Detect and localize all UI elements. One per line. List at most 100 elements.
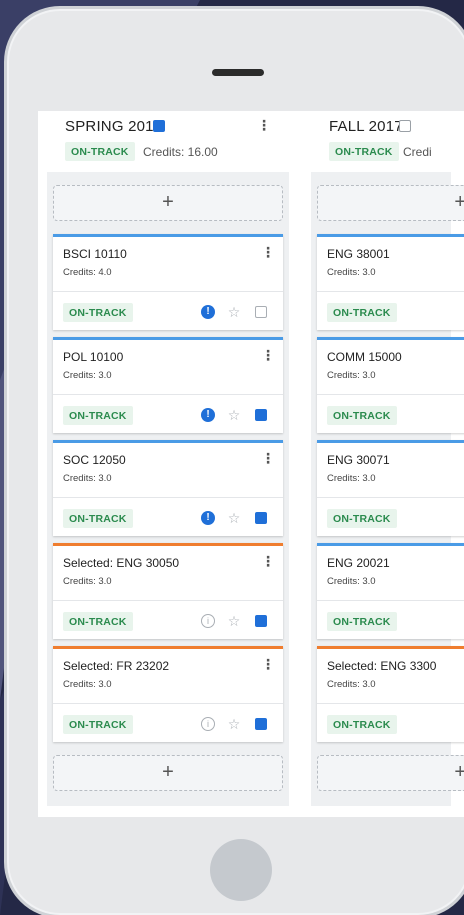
course-name: ENG 30071 (327, 453, 390, 467)
note-icon[interactable] (153, 120, 165, 132)
course-card[interactable]: ENG 38001 Credits: 3.0 ON-TRACK (317, 234, 464, 330)
course-credits: Credits: 3.0 (63, 576, 112, 587)
add-course-button[interactable]: + (53, 185, 283, 221)
card-accent-bar (53, 234, 283, 237)
course-status-badge: ON-TRACK (327, 509, 397, 528)
alert-icon[interactable]: ! (201, 511, 215, 525)
course-name: Selected: ENG 30050 (63, 556, 180, 570)
note-icon[interactable] (255, 306, 267, 318)
course-status-badge: ON-TRACK (63, 715, 133, 734)
add-course-button[interactable]: + (317, 755, 464, 791)
term-title: FALL 2017 (329, 118, 403, 135)
term-course-list: + BSCI 10110 Credits: 4.0 ⋮ ON-TRACK ! ☆… (47, 172, 289, 806)
card-accent-bar (317, 440, 464, 443)
course-status-badge: ON-TRACK (327, 406, 397, 425)
home-button[interactable] (210, 839, 272, 901)
course-card[interactable]: Selected: ENG 30050 Credits: 3.0 ⋮ ON-TR… (53, 543, 283, 639)
card-accent-bar (53, 337, 283, 340)
note-icon[interactable] (255, 615, 267, 627)
course-name: ENG 20021 (327, 556, 390, 570)
course-card[interactable]: Selected: FR 23202 Credits: 3.0 ⋮ ON-TRA… (53, 646, 283, 742)
star-icon[interactable]: ☆ (227, 717, 241, 731)
course-credits: Credits: 3.0 (327, 473, 376, 484)
course-credits: Credits: 3.0 (63, 473, 112, 484)
card-footer: ON-TRACK ! ☆ (53, 394, 283, 433)
term-header: FALL 2017 ON-TRACK Credi (302, 111, 464, 169)
course-credits: Credits: 3.0 (327, 267, 376, 278)
course-card[interactable]: Selected: ENG 3300 Credits: 3.0 ON-TRACK (317, 646, 464, 742)
course-name: ENG 38001 (327, 247, 390, 261)
card-footer: ON-TRACK i ☆ (53, 600, 283, 639)
info-icon[interactable]: i (201, 614, 215, 628)
term-status-badge: ON-TRACK (329, 142, 399, 161)
course-credits: Credits: 3.0 (327, 576, 376, 587)
term-course-list: + ENG 38001 Credits: 3.0 ON-TRACK COMM 1… (311, 172, 464, 806)
course-status-badge: ON-TRACK (327, 715, 397, 734)
note-icon[interactable] (255, 718, 267, 730)
term-title: SPRING 2017 (65, 118, 163, 135)
star-icon[interactable]: ☆ (227, 408, 241, 422)
card-footer: ON-TRACK (317, 600, 464, 639)
term-status-badge: ON-TRACK (65, 142, 135, 161)
course-name: Selected: ENG 3300 (327, 659, 437, 673)
course-status-badge: ON-TRACK (327, 303, 397, 322)
card-footer: ON-TRACK (317, 703, 464, 742)
term-credits: Credits: 16.00 (143, 145, 218, 159)
speaker-grille (212, 69, 264, 76)
card-footer: ON-TRACK i ☆ (53, 703, 283, 742)
term-credits: Credi (403, 145, 432, 159)
star-icon[interactable]: ☆ (227, 614, 241, 628)
star-icon[interactable]: ☆ (227, 305, 241, 319)
course-menu-icon[interactable]: ⋮ (261, 450, 275, 466)
course-credits: Credits: 4.0 (63, 267, 112, 278)
course-credits: Credits: 3.0 (63, 370, 112, 381)
card-accent-bar (317, 234, 464, 237)
course-name: POL 10100 (63, 350, 124, 364)
course-card[interactable]: POL 10100 Credits: 3.0 ⋮ ON-TRACK ! ☆ (53, 337, 283, 433)
course-credits: Credits: 3.0 (63, 679, 112, 690)
term-column-fall-2017: FALL 2017 ON-TRACK Credi + ENG 38001 Cre… (302, 111, 464, 817)
card-accent-bar (317, 543, 464, 546)
course-menu-icon[interactable]: ⋮ (261, 347, 275, 363)
course-menu-icon[interactable]: ⋮ (261, 656, 275, 672)
card-accent-bar (53, 543, 283, 546)
card-accent-bar (53, 646, 283, 649)
course-status-badge: ON-TRACK (63, 406, 133, 425)
card-footer: ON-TRACK ! ☆ (53, 497, 283, 536)
course-card[interactable]: BSCI 10110 Credits: 4.0 ⋮ ON-TRACK ! ☆ (53, 234, 283, 330)
course-card[interactable]: SOC 12050 Credits: 3.0 ⋮ ON-TRACK ! ☆ (53, 440, 283, 536)
course-status-badge: ON-TRACK (63, 303, 133, 322)
course-status-badge: ON-TRACK (327, 612, 397, 631)
course-card[interactable]: ENG 30071 Credits: 3.0 ON-TRACK (317, 440, 464, 536)
alert-icon[interactable]: ! (201, 408, 215, 422)
course-menu-icon[interactable]: ⋮ (261, 244, 275, 260)
note-icon[interactable] (399, 120, 411, 132)
term-column-spring-2017: SPRING 2017 ⋮ ON-TRACK Credits: 16.00 + … (38, 111, 289, 817)
course-name: Selected: FR 23202 (63, 659, 170, 673)
course-status-badge: ON-TRACK (63, 509, 133, 528)
note-icon[interactable] (255, 512, 267, 524)
info-icon[interactable]: i (201, 717, 215, 731)
card-accent-bar (317, 337, 464, 340)
course-name: SOC 12050 (63, 453, 126, 467)
course-credits: Credits: 3.0 (327, 370, 376, 381)
course-card[interactable]: ENG 20021 Credits: 3.0 ON-TRACK (317, 543, 464, 639)
add-course-button[interactable]: + (53, 755, 283, 791)
course-name: COMM 15000 (327, 350, 402, 364)
card-footer: ON-TRACK (317, 497, 464, 536)
star-icon[interactable]: ☆ (227, 511, 241, 525)
course-menu-icon[interactable]: ⋮ (261, 553, 275, 569)
card-footer: ON-TRACK (317, 291, 464, 330)
planner-screen: SPRING 2017 ⋮ ON-TRACK Credits: 16.00 + … (38, 111, 464, 817)
note-icon[interactable] (255, 409, 267, 421)
course-status-badge: ON-TRACK (63, 612, 133, 631)
card-footer: ON-TRACK (317, 394, 464, 433)
alert-icon[interactable]: ! (201, 305, 215, 319)
card-accent-bar (317, 646, 464, 649)
course-name: BSCI 10110 (63, 247, 127, 261)
course-credits: Credits: 3.0 (327, 679, 376, 690)
add-course-button[interactable]: + (317, 185, 464, 221)
course-card[interactable]: COMM 15000 Credits: 3.0 ON-TRACK (317, 337, 464, 433)
term-menu-icon[interactable]: ⋮ (257, 117, 271, 133)
term-header: SPRING 2017 ⋮ ON-TRACK Credits: 16.00 (38, 111, 283, 169)
